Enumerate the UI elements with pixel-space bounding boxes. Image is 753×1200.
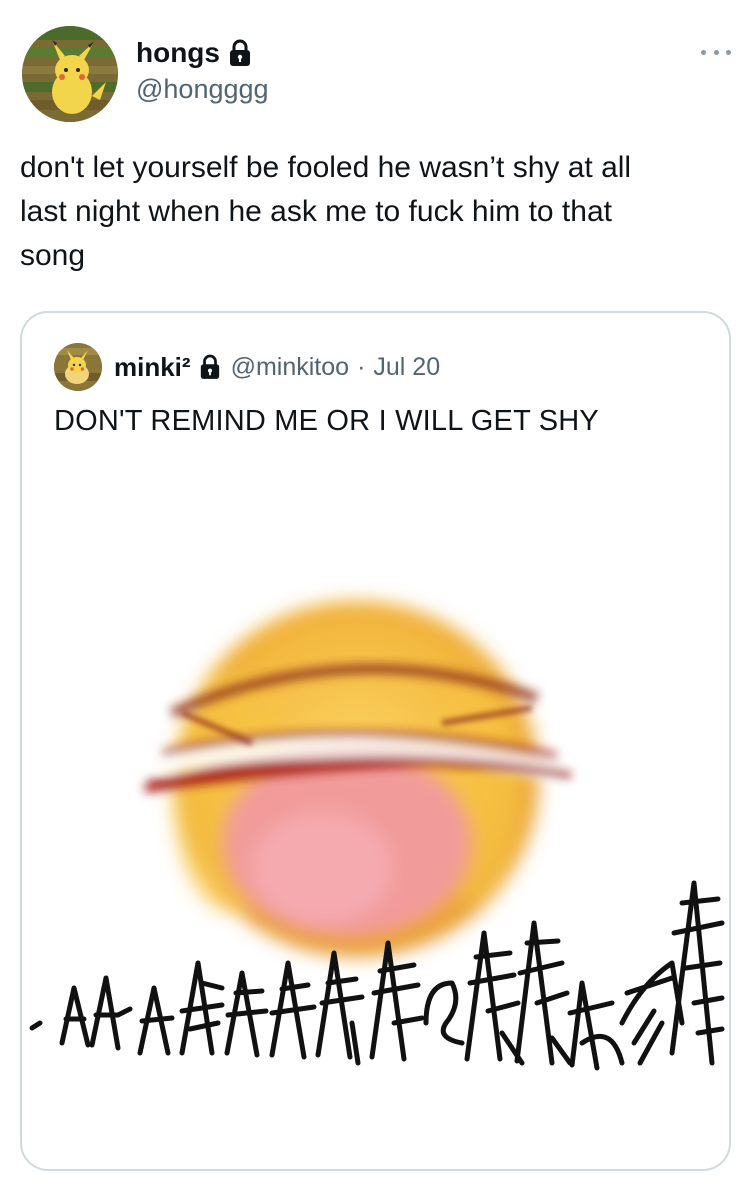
quoted-tweet-date[interactable]: Jul 20 xyxy=(373,353,440,382)
author-handle[interactable]: @hongggg xyxy=(136,72,269,106)
blushing-emoji-image-icon xyxy=(29,601,725,1071)
more-icon[interactable] xyxy=(701,42,731,62)
quoted-author-display-name[interactable]: minki² xyxy=(114,352,191,383)
quoted-author-handle[interactable]: @minkitoo xyxy=(231,353,349,382)
pikachu-avatar-icon xyxy=(22,26,118,122)
author-names: hongs @hongggg xyxy=(136,36,269,106)
lock-icon xyxy=(228,39,252,67)
author-display-name[interactable]: hongs xyxy=(136,36,220,70)
quoted-tweet-header: minki² @minkitoo · Jul 20 xyxy=(54,343,440,391)
quoted-tweet-text: DON'T REMIND ME OR I WILL GET SHY xyxy=(54,405,599,437)
meta-separator: · xyxy=(357,352,366,381)
lock-icon xyxy=(199,354,221,380)
tweet-text: don't let yourself be fooled he wasn’t s… xyxy=(20,151,632,272)
author-avatar[interactable] xyxy=(22,26,118,122)
quoted-tweet-image[interactable] xyxy=(22,463,729,1169)
quoted-tweet-card[interactable]: minki² @minkitoo · Jul 20 DON'T REMIND M… xyxy=(20,311,731,1171)
quoted-author-avatar[interactable] xyxy=(54,343,102,391)
pikachu-avatar-icon xyxy=(54,343,102,391)
